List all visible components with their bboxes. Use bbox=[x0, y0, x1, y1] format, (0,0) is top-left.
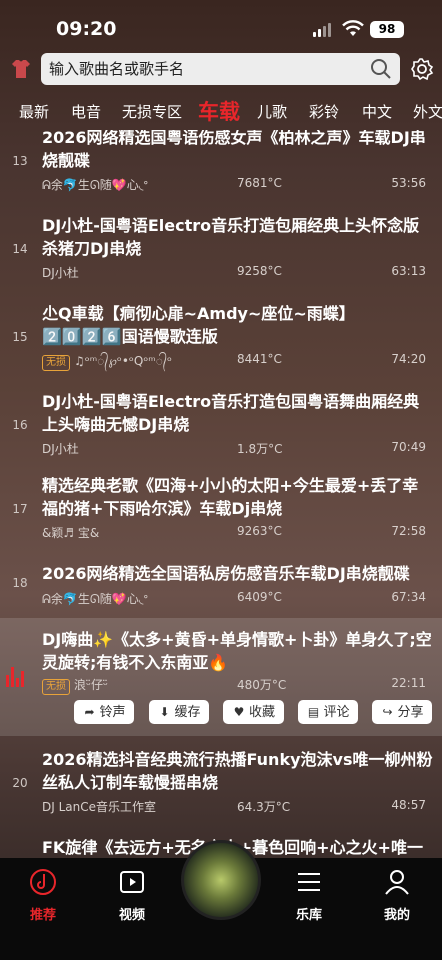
battery-indicator: 98 bbox=[370, 21, 404, 38]
tab-car[interactable]: 车载 bbox=[198, 94, 240, 130]
song-plays: 7681°C bbox=[237, 176, 282, 190]
song-rank: 18 bbox=[12, 576, 28, 590]
song-title: DJ嗨曲✨《太多+黄昏+单身情歌+卜卦》单身久了;空灵旋转;有钱不入东南亚🔥 bbox=[42, 630, 432, 672]
tab-foreign[interactable]: 外文 bbox=[413, 94, 442, 130]
search-input[interactable] bbox=[49, 53, 359, 85]
song-plays: 480万°C bbox=[237, 678, 287, 692]
song-artist-name: ♫ᵒᵐ᭄℘ᵒ•ᵒQᵒᵐ᭄ᵒ bbox=[74, 354, 173, 368]
recommend-icon bbox=[30, 869, 56, 895]
library-icon bbox=[298, 873, 320, 891]
nav-recommend[interactable]: 推荐 bbox=[13, 868, 73, 923]
song-title: 2026网络精选国粤语伤感女声《柏林之声》车载DJ串烧靓碟 bbox=[42, 130, 426, 170]
song-artist: DJ小杜 bbox=[42, 442, 79, 456]
favorite-button[interactable]: ♥ 收藏 bbox=[223, 700, 284, 724]
song-row[interactable]: 20 2026精选抖音经典流行热播Funky泡沫vs唯一柳州粉丝私人订制车载慢摇… bbox=[0, 748, 442, 818]
tshirt-icon[interactable] bbox=[10, 58, 32, 80]
nav-mine[interactable]: 我的 bbox=[367, 868, 427, 923]
category-tabs: 最新 电音 无损专区 车载 儿歌 彩铃 中文 外文 bbox=[0, 94, 442, 130]
song-duration: 48:57 bbox=[391, 798, 426, 812]
download-icon: ⬇ bbox=[159, 705, 170, 719]
song-plays: 6409°C bbox=[237, 590, 282, 604]
status-bar: 09:20 98 bbox=[0, 0, 442, 52]
clock: 09:20 bbox=[56, 18, 117, 40]
tab-ringtone[interactable]: 彩铃 bbox=[309, 94, 339, 130]
song-plays: 9258°C bbox=[237, 264, 282, 278]
song-artist: DJ小杜 bbox=[42, 266, 79, 280]
song-row[interactable]: 18 2026网络精选全国语私房伤感音乐车载DJ串烧靓碟 ᕱ余🐬生ᘏ随💖心◟ᐤ … bbox=[0, 562, 442, 612]
song-artist: 无损 浪ᵕ̈仔ᵕ̈ bbox=[42, 676, 108, 695]
song-rank: 14 bbox=[12, 242, 28, 256]
search-icon[interactable] bbox=[370, 58, 392, 80]
song-row[interactable]: 16 DJ小杜-国粤语Electro音乐打造包国粤语舞曲厢经典上头嗨曲无憾DJ串… bbox=[0, 390, 442, 460]
now-playing-disc[interactable] bbox=[181, 840, 261, 920]
gear-icon[interactable] bbox=[410, 57, 434, 81]
song-title: DJ小杜-国粤语Electro音乐打造包厢经典上头怀念版杀猪刀DJ串烧 bbox=[42, 216, 420, 258]
song-rank: 15 bbox=[12, 330, 28, 344]
tab-electronic[interactable]: 电音 bbox=[71, 94, 101, 130]
song-rank: 17 bbox=[12, 502, 28, 516]
song-rank: 16 bbox=[12, 418, 28, 432]
lossless-badge: 无损 bbox=[42, 679, 70, 695]
comment-icon: ▤ bbox=[307, 705, 320, 719]
song-plays: 8441°C bbox=[237, 352, 282, 366]
song-row[interactable]: 14 DJ小杜-国粤语Electro音乐打造包厢经典上头怀念版杀猪刀DJ串烧 D… bbox=[0, 214, 442, 284]
song-title: 精选经典老歌《四海+小小的太阳+今生最爱+丢了幸福的猪+下雨哈尔滨》车载Dj串烧 bbox=[42, 476, 419, 518]
song-title: DJ小杜-国粤语Electro音乐打造包国粤语舞曲厢经典上头嗨曲无憾DJ串烧 bbox=[42, 392, 420, 434]
cache-button[interactable]: ⬇ 缓存 bbox=[149, 700, 209, 724]
nav-video[interactable]: 视频 bbox=[102, 868, 162, 923]
song-artist-name: 浪ᵕ̈仔ᵕ̈ bbox=[74, 678, 108, 692]
song-plays: 9263°C bbox=[237, 524, 282, 538]
song-duration: 22:11 bbox=[391, 676, 426, 690]
song-title: 2026网络精选全国语私房伤感音乐车载DJ串烧靓碟 bbox=[42, 564, 410, 583]
share-icon: ↪ bbox=[382, 705, 393, 719]
comment-button[interactable]: ▤ 评论 bbox=[298, 700, 358, 724]
song-rank: 13 bbox=[12, 154, 28, 168]
playing-equalizer-icon bbox=[6, 665, 28, 687]
song-row[interactable]: 15 尐Q車载【痌彻心扉~Amdy~座位~雨蝶】2️⃣0️⃣2️⃣6️⃣国语慢歌… bbox=[0, 302, 442, 372]
song-row-expanded[interactable]: DJ嗨曲✨《太多+黄昏+单身情歌+卜卦》单身久了;空灵旋转;有钱不入东南亚🔥 无… bbox=[0, 618, 442, 736]
nav-library[interactable]: 乐库 bbox=[279, 868, 339, 923]
heart-icon: ♥ bbox=[233, 705, 245, 719]
ringtone-button[interactable]: ➦ 铃声 bbox=[74, 700, 134, 724]
song-duration: 63:13 bbox=[391, 264, 426, 278]
song-artist: &颖♬ 宝& bbox=[42, 526, 100, 540]
tab-lossless[interactable]: 无损专区 bbox=[122, 94, 182, 130]
user-icon bbox=[385, 870, 409, 895]
song-duration: 74:20 bbox=[391, 352, 426, 366]
tab-kids[interactable]: 儿歌 bbox=[257, 94, 287, 130]
song-artist: DJ LanCe音乐工作室 bbox=[42, 800, 157, 814]
song-row[interactable]: 17 精选经典老歌《四海+小小的太阳+今生最爱+丢了幸福的猪+下雨哈尔滨》车载D… bbox=[0, 474, 442, 544]
lossless-badge: 无损 bbox=[42, 355, 70, 371]
share-button[interactable]: ↪ 分享 bbox=[372, 700, 432, 724]
song-plays: 64.3万°C bbox=[237, 800, 291, 814]
song-duration: 53:56 bbox=[391, 176, 426, 190]
song-row[interactable]: 13 2026网络精选国粤语伤感女声《柏林之声》车载DJ串烧靓碟 ᕱ余🐬生ᘏ随💖… bbox=[0, 130, 442, 196]
song-list: 13 2026网络精选国粤语伤感女声《柏林之声》车载DJ串烧靓碟 ᕱ余🐬生ᘏ随💖… bbox=[0, 130, 442, 858]
song-artist: ᕱ余🐬生ᘏ随💖心◟ᐤ bbox=[42, 592, 149, 606]
song-artist: 无损 ♫ᵒᵐ᭄℘ᵒ•ᵒQᵒᵐ᭄ᵒ bbox=[42, 352, 172, 374]
tab-chinese[interactable]: 中文 bbox=[362, 94, 392, 130]
song-duration: 70:49 bbox=[391, 440, 426, 454]
share-arrow-icon: ➦ bbox=[84, 705, 95, 719]
tab-latest[interactable]: 最新 bbox=[19, 94, 49, 130]
song-plays: 1.8万°C bbox=[237, 442, 283, 456]
song-title: 尐Q車载【痌彻心扉~Amdy~座位~雨蝶】2️⃣0️⃣2️⃣6️⃣国语慢歌连版 bbox=[42, 304, 355, 346]
song-rank: 20 bbox=[12, 776, 28, 790]
search-bar-row bbox=[0, 52, 442, 88]
song-title: 2026精选抖音经典流行热播Funky泡沫vs唯一柳州粉丝私人订制车载慢摇串烧 bbox=[42, 750, 433, 792]
song-duration: 67:34 bbox=[391, 590, 426, 604]
signal-icon bbox=[313, 23, 333, 37]
search-box[interactable] bbox=[41, 53, 400, 85]
song-duration: 72:58 bbox=[391, 524, 426, 538]
video-icon bbox=[120, 871, 144, 893]
song-artist: ᕱ余🐬生ᘏ随💖心◟ᐤ bbox=[42, 178, 149, 192]
wifi-icon bbox=[342, 20, 364, 36]
